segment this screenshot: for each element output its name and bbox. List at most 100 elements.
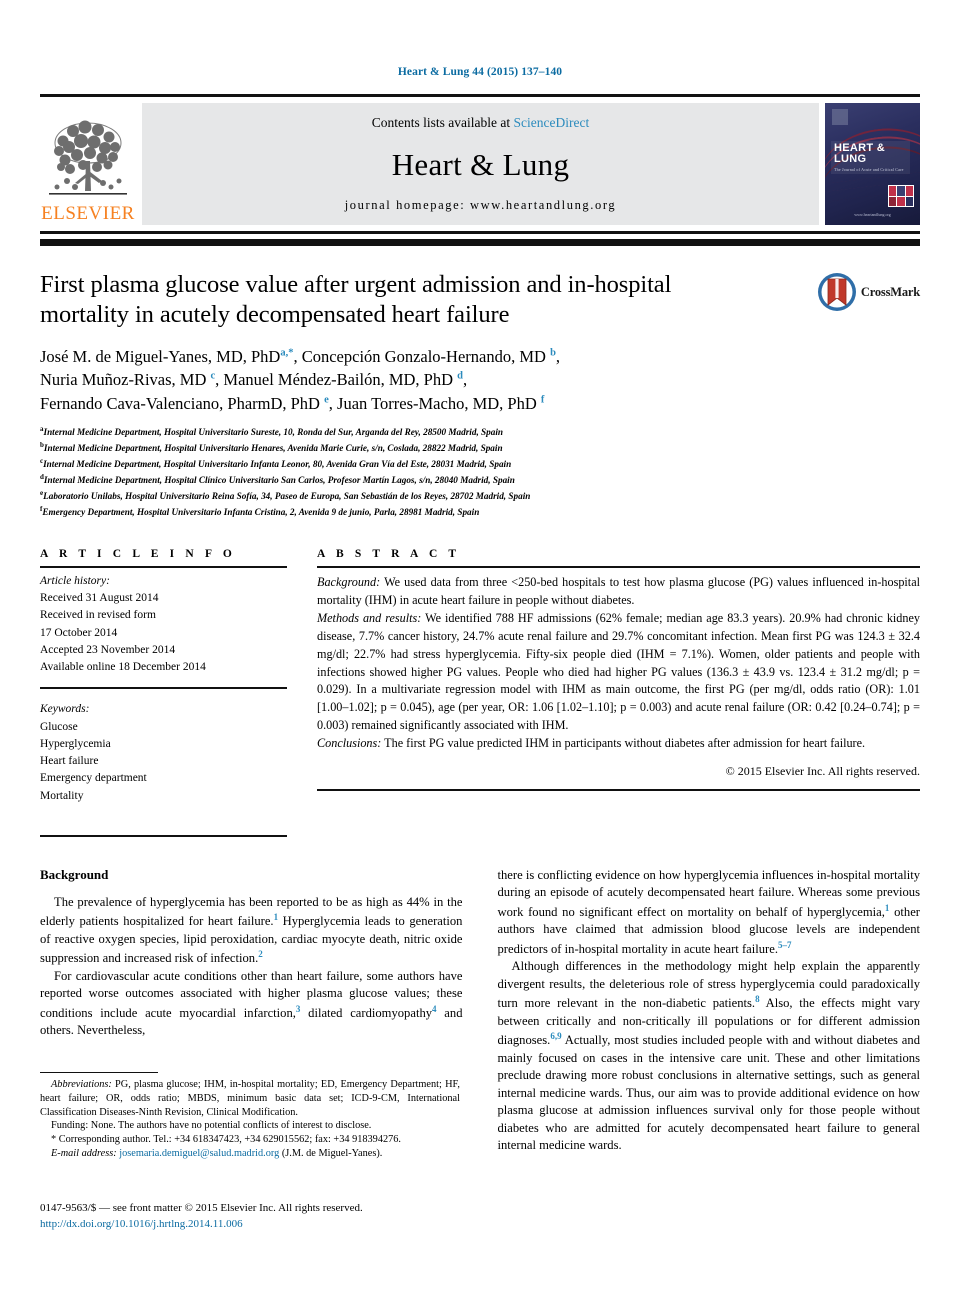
affiliation-text: Internal Medicine Department, Hospital C… (43, 474, 515, 485)
body-paragraph-4: Although differences in the methodology … (497, 959, 921, 1153)
footnote-abbreviations: Abbreviations: PG, plasma glucose; IHM, … (40, 1078, 460, 1119)
affiliation-mark-c: c (210, 370, 216, 382)
abstract-body: Background: We used data from three <250… (317, 568, 920, 753)
article-info-column: A R T I C L E I N F O Article history: R… (40, 548, 287, 837)
abstract-column: A B S T R A C T Background: We used data… (317, 548, 920, 837)
journal-homepage-link[interactable]: journal homepage: www.heartandlung.org (345, 198, 617, 213)
footnote-funding: Funding: None. The authors have no poten… (51, 1120, 372, 1132)
footnote-email: E-mail address: josemaria.demiguel@salud… (40, 1147, 460, 1161)
crossmark-label: CrossMark (860, 284, 920, 299)
masthead-bottom-rule (40, 239, 920, 246)
abstract-heading: A B S T R A C T (317, 547, 461, 560)
abbreviations-label: Abbreviations: (51, 1079, 112, 1090)
history-item: Accepted 23 November 2014 (40, 643, 176, 656)
abstract-copyright: © 2015 Elsevier Inc. All rights reserved… (725, 764, 920, 779)
masthead-center-panel: Contents lists available at ScienceDirec… (142, 103, 819, 225)
journal-cover-thumbnail[interactable]: HEART & LUNG The Journal of Acute and Cr… (825, 103, 920, 225)
affiliation-text: Emergency Department, Hospital Universit… (42, 506, 480, 517)
affiliation-mark-a: a,* (280, 347, 294, 359)
doi-link[interactable]: http://dx.doi.org/10.1016/j.hrtlng.2014.… (40, 1217, 470, 1233)
citation-ref-1[interactable]: 1 (274, 912, 279, 922)
footnote-block: Abbreviations: PG, plasma glucose; IHM, … (40, 1072, 460, 1161)
info-abstract-section: A R T I C L E I N F O Article history: R… (40, 548, 920, 837)
author-list: José M. de Miguel-Yanes, MD, PhDa,*, Con… (40, 345, 770, 415)
citation-ref-4[interactable]: 4 (432, 1004, 437, 1014)
keywords-label: Keywords: (40, 703, 90, 716)
affiliation-item: dInternal Medicine Department, Hospital … (40, 472, 920, 488)
page-title: First plasma glucose value after urgent … (40, 271, 672, 328)
journal-masthead: ELSEVIER Contents lists available at Sci… (40, 94, 920, 234)
title-block: CrossMark First plasma glucose value aft… (40, 270, 920, 520)
body-paragraph-3: there is conflicting evidence on how hyp… (497, 867, 921, 956)
cover-grid-decoration (888, 185, 914, 207)
body-paragraph-2: For cardiovascular acute conditions othe… (40, 968, 463, 1038)
contents-prefix: Contents lists available at (371, 115, 514, 130)
footnote-rule (40, 1072, 158, 1073)
abstract-conclusions: Conclusions: The first PG value predicte… (317, 735, 920, 753)
cover-title-band: HEART & LUNG The Journal of Acute and Cr… (831, 141, 910, 174)
citation-ref-2[interactable]: 2 (258, 949, 263, 959)
citation-ref-3[interactable]: 3 (296, 1004, 301, 1014)
keyword-item: Hyperglycemia (40, 737, 111, 750)
keyword-item: Mortality (40, 789, 84, 802)
affiliation-item: bInternal Medicine Department, Hospital … (40, 440, 920, 456)
keyword-item: Emergency department (40, 772, 147, 785)
author-line-2: Nuria Muñoz-Rivas, MD c, Manuel Méndez-B… (40, 370, 468, 390)
body-column-right: there is conflicting evidence on how hyp… (498, 867, 921, 1155)
affiliation-mark-e: e (324, 394, 329, 406)
journal-title: Heart & Lung (391, 146, 570, 182)
affiliation-item: aInternal Medicine Department, Hospital … (40, 424, 920, 440)
elsevier-wordmark: ELSEVIER (41, 203, 135, 224)
affiliation-item: eLaboratorio Unilabs, Hospital Universit… (40, 488, 920, 504)
abstract-methods-text: We identified 788 HF admissions (62% fem… (317, 610, 920, 733)
abstract-background-text: We used data from three <250-bed hospita… (317, 574, 920, 607)
body-paragraph-1: The prevalence of hyperglycemia has been… (40, 894, 463, 966)
affiliation-text: Internal Medicine Department, Hospital U… (43, 443, 503, 454)
abstract-bottom-rule (317, 789, 920, 792)
abstract-background-label: Background: (317, 574, 381, 589)
footnote-corresponding-author: * Corresponding author. Tel.: +34 618347… (51, 1134, 401, 1146)
article-history-block: Article history: Received 31 August 2014… (40, 568, 287, 677)
abstract-methods-label: Methods and results: (317, 610, 422, 625)
cover-elsevier-icon (832, 109, 848, 125)
affiliation-text: Internal Medicine Department, Hospital U… (43, 459, 512, 470)
author-line-3: Fernando Cava-Valenciano, PharmD, PhD e,… (40, 393, 545, 413)
history-item: 17 October 2014 (40, 626, 118, 639)
affiliation-mark-b: b (550, 347, 556, 359)
citation-ref-5-7[interactable]: 5–7 (778, 940, 792, 950)
email-label: E-mail address: (51, 1147, 117, 1159)
email-suffix: (J.M. de Miguel-Yanes). (279, 1147, 383, 1159)
article-info-mid-rule (40, 687, 287, 690)
article-page: Heart & Lung 44 (2015) 137–140 ELSEVIER … (0, 0, 960, 1305)
email-link[interactable]: josemaria.demiguel@salud.madrid.org (119, 1148, 279, 1159)
citation-ref-1b[interactable]: 1 (885, 903, 890, 913)
citation-ref-6-9[interactable]: 6,9 (550, 1031, 561, 1041)
abstract-conclusions-text: The first PG value predicted IHM in part… (381, 736, 866, 751)
contents-available-line: Contents lists available at ScienceDirec… (372, 115, 589, 131)
affiliation-mark-f: f (540, 394, 545, 406)
abstract-conclusions-label: Conclusions: (317, 736, 382, 751)
keyword-item: Heart failure (40, 755, 99, 768)
crossmark-icon (817, 273, 856, 311)
abstract-methods: Methods and results: We identified 788 H… (317, 610, 920, 736)
affiliation-item: fEmergency Department, Hospital Universi… (40, 504, 920, 520)
keywords-block: Keywords: Glucose Hyperglycemia Heart fa… (40, 696, 287, 805)
affiliation-item: cInternal Medicine Department, Hospital … (40, 456, 920, 472)
section-heading-background: Background (40, 866, 109, 882)
page-footer: 0147-9563/$ — see front matter © 2015 El… (40, 1201, 470, 1232)
cover-url: www.heartandlung.org (854, 212, 891, 217)
affiliation-list: aInternal Medicine Department, Hospital … (40, 424, 920, 520)
crossmark-badge[interactable]: CrossMark (817, 272, 920, 312)
history-item: Received 31 August 2014 (40, 592, 159, 605)
sciencedirect-link[interactable]: ScienceDirect (514, 115, 590, 130)
issn-copyright-line: 0147-9563/$ — see front matter © 2015 El… (40, 1202, 363, 1214)
elsevier-logo: ELSEVIER (40, 103, 136, 225)
cover-title: HEART & LUNG (834, 142, 885, 165)
abstract-background: Background: We used data from three <250… (317, 574, 920, 610)
elsevier-tree-icon (49, 120, 127, 195)
affiliation-text: Internal Medicine Department, Hospital U… (43, 427, 504, 438)
keyword-item: Glucose (40, 720, 78, 733)
affiliation-mark-d: d (457, 370, 463, 382)
citation-ref-8[interactable]: 8 (755, 994, 760, 1004)
history-item: Available online 18 December 2014 (40, 661, 206, 674)
